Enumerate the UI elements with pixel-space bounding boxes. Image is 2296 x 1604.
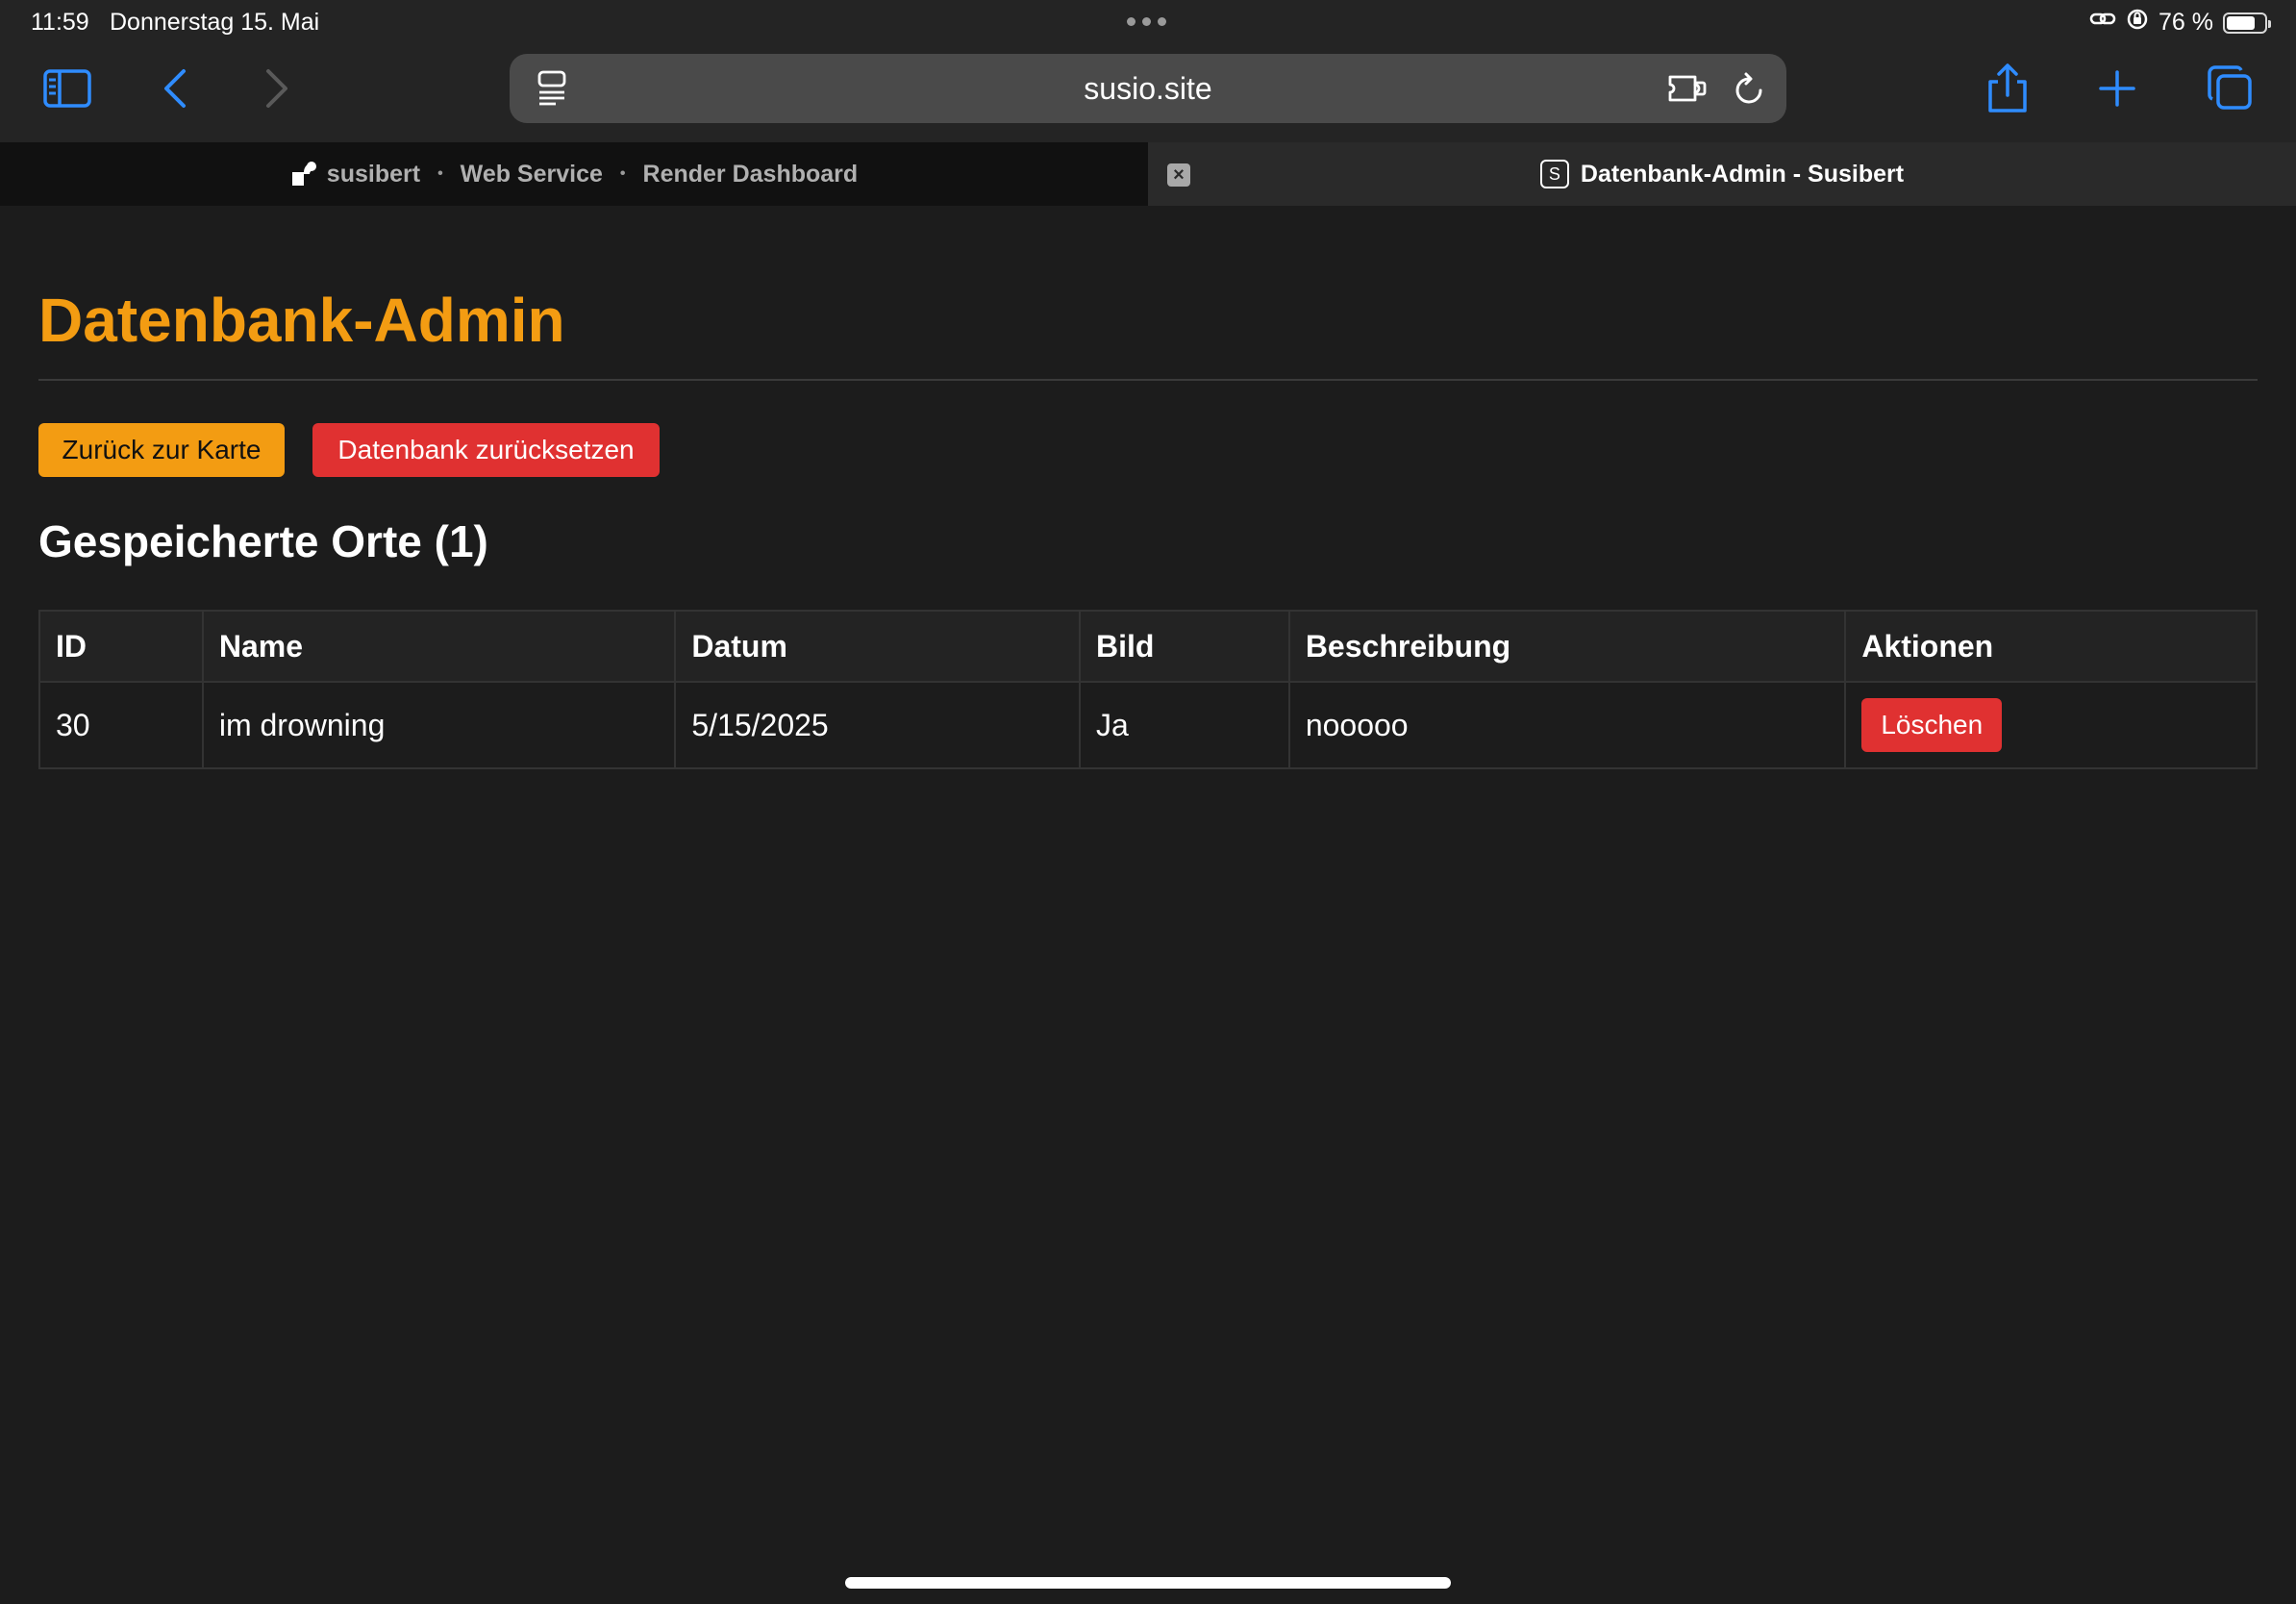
reset-database-button[interactable]: Datenbank zurücksetzen bbox=[312, 423, 660, 477]
status-time: 11:59 bbox=[31, 9, 89, 36]
tab-datenbank-admin[interactable]: S Datenbank-Admin - Susibert bbox=[1148, 142, 2296, 206]
tab-label-part: Render Dashboard bbox=[642, 160, 859, 188]
home-indicator[interactable] bbox=[845, 1577, 1451, 1589]
status-date: Donnerstag 15. Mai bbox=[110, 9, 320, 36]
tab-label-part: susibert bbox=[326, 160, 421, 188]
tab-label-separator: • bbox=[437, 165, 443, 182]
multitasking-dots-icon[interactable] bbox=[1127, 17, 1166, 26]
tab-title: Datenbank-Admin - Susibert bbox=[1580, 160, 1905, 188]
battery-fill bbox=[2227, 15, 2255, 30]
title-divider bbox=[38, 379, 2258, 381]
browser-chrome: 11:59 Donnerstag 15. Mai 76 % susio.site bbox=[0, 0, 2296, 142]
places-table: ID Name Datum Bild Beschreibung Aktionen… bbox=[38, 610, 2258, 769]
orientation-lock-icon bbox=[2126, 8, 2149, 38]
back-chevron-icon[interactable] bbox=[158, 65, 192, 112]
forward-chevron-icon[interactable] bbox=[260, 65, 294, 112]
site-favicon: S bbox=[1539, 160, 1569, 188]
close-tab-icon[interactable]: × bbox=[1167, 163, 1190, 187]
tabs-icon[interactable] bbox=[2206, 63, 2254, 112]
tab-label-part: Web Service bbox=[460, 160, 603, 188]
cell-date: 5/15/2025 bbox=[674, 681, 1081, 769]
page-content: Datenbank-Admin Zurück zur Karte Datenba… bbox=[0, 206, 2296, 1604]
header-image: Bild bbox=[1079, 610, 1290, 683]
cell-actions: Löschen bbox=[1844, 681, 2258, 769]
back-to-map-button[interactable]: Zurück zur Karte bbox=[38, 423, 285, 477]
translate-icon[interactable] bbox=[1665, 69, 1710, 108]
address-bar[interactable]: susio.site bbox=[510, 54, 1786, 123]
tab-label-separator: • bbox=[619, 165, 626, 182]
status-bar: 11:59 Donnerstag 15. Mai 76 % bbox=[0, 0, 2296, 44]
page-title: Datenbank-Admin bbox=[38, 286, 565, 355]
header-actions: Aktionen bbox=[1844, 610, 2258, 683]
header-name: Name bbox=[201, 610, 677, 683]
table-row: 30 im drowning 5/15/2025 Ja nooooo Lösch… bbox=[38, 681, 2258, 769]
cell-id: 30 bbox=[38, 681, 204, 769]
header-id: ID bbox=[38, 610, 204, 683]
status-indicators: 76 % bbox=[2089, 8, 2271, 38]
table-header-row: ID Name Datum Bild Beschreibung Aktionen bbox=[38, 610, 2258, 683]
delete-button[interactable]: Löschen bbox=[1861, 698, 2003, 752]
header-description: Beschreibung bbox=[1287, 610, 1847, 683]
reload-icon[interactable] bbox=[1731, 69, 1769, 108]
render-logo-icon bbox=[290, 161, 317, 188]
url-text[interactable]: susio.site bbox=[510, 71, 1786, 107]
link-icon bbox=[2089, 9, 2116, 37]
header-date: Datum bbox=[674, 610, 1081, 683]
battery-icon bbox=[2223, 12, 2271, 34]
tab-strip: susibert • Web Service • Render Dashboar… bbox=[0, 142, 2296, 206]
cell-image: Ja bbox=[1079, 681, 1290, 769]
plus-icon[interactable] bbox=[2096, 67, 2138, 110]
cell-description: nooooo bbox=[1287, 681, 1847, 769]
section-title: Gespeicherte Orte (1) bbox=[38, 516, 488, 566]
share-icon[interactable] bbox=[1984, 62, 2031, 115]
tab-render-dashboard[interactable]: susibert • Web Service • Render Dashboar… bbox=[0, 142, 1148, 206]
battery-percentage: 76 % bbox=[2159, 9, 2213, 36]
cell-name: im drowning bbox=[201, 681, 677, 769]
sidebar-icon[interactable] bbox=[42, 67, 92, 110]
